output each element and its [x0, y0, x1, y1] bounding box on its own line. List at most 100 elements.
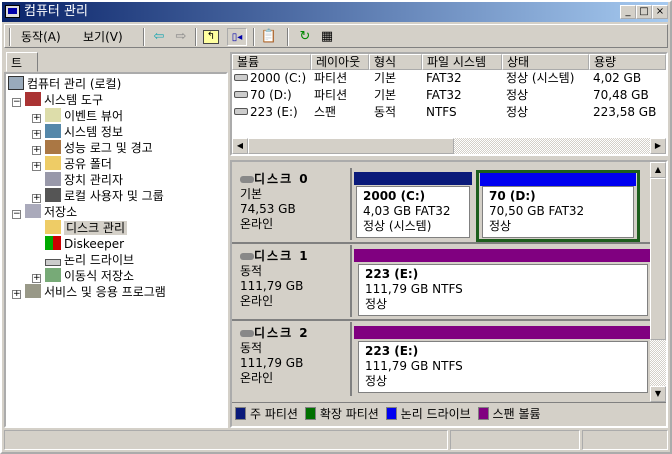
expand-icon[interactable]: + [12, 290, 21, 299]
tree-item-local-users[interactable]: + 로컬 사용자 및 그룹 [32, 188, 164, 204]
device-manager-icon [45, 172, 61, 186]
column-header-status[interactable]: 상태 [502, 54, 589, 70]
tree-item-device-manager[interactable]: 장치 관리자 [45, 172, 123, 188]
partition-name: 2000 (C:) [363, 189, 426, 203]
show-hide-tree-icon[interactable]: ▯◂ [227, 28, 247, 46]
expand-icon[interactable]: + [32, 194, 41, 203]
disk-icon [240, 176, 254, 183]
tree-item-system-info[interactable]: + 시스템 정보 [32, 124, 123, 140]
refresh-icon[interactable]: ↻ [295, 28, 315, 46]
close-button[interactable]: × [652, 5, 668, 19]
maximize-button[interactable]: □ [636, 5, 652, 19]
table-row[interactable]: 223 (E:) 스팬 동적 NTFS 정상 223,58 GB [232, 104, 662, 121]
expand-icon[interactable]: + [32, 274, 41, 283]
scroll-right-button[interactable]: ▶ [650, 138, 666, 154]
properties-icon[interactable]: 📋 [259, 28, 279, 46]
disk-icon [240, 253, 254, 260]
disk-icon [240, 330, 254, 337]
cell: 4,02 GB [593, 71, 642, 85]
divider [232, 242, 650, 244]
partition-color-bar [354, 249, 650, 262]
collapse-icon[interactable]: − [12, 98, 21, 107]
partition-e[interactable]: 223 (E:) 111,79 GB NTFS 정상 [358, 264, 648, 316]
cell: 223 (E:) [250, 105, 298, 119]
menu-view[interactable]: 보기(V) [83, 28, 123, 46]
partition-status: 정상 [365, 374, 388, 388]
partition-size: 111,79 GB NTFS [365, 282, 463, 296]
cell: 파티션 [314, 88, 348, 102]
disk-1-info[interactable]: 디스크 1 동적 111,79 GB 온라인 [234, 245, 352, 317]
separator [143, 28, 145, 46]
legend: 주 파티션 확장 파티션 논리 드라이브 스팬 볼륨 [232, 402, 666, 426]
expand-icon[interactable]: + [32, 130, 41, 139]
menu-action[interactable]: 동작(A) [21, 28, 61, 46]
computer-icon [5, 5, 20, 18]
column-header-volume[interactable]: 볼륨 [232, 54, 311, 70]
tree-label: 장치 관리자 [64, 173, 124, 187]
partition-e[interactable]: 223 (E:) 111,79 GB NTFS 정상 [358, 341, 648, 393]
cell: 223,58 GB [593, 105, 657, 119]
tree-label: 이벤트 뷰어 [64, 109, 124, 123]
tree-item-computer-management[interactable]: 컴퓨터 관리 (로컬) [8, 76, 121, 92]
column-header-filesystem[interactable]: 파일 시스템 [422, 54, 502, 70]
minimize-button[interactable]: _ [620, 5, 636, 19]
event-viewer-icon [45, 108, 61, 122]
cell: FAT32 [426, 71, 462, 85]
column-header-capacity[interactable]: 용량 [589, 54, 666, 70]
removable-storage-icon [45, 268, 61, 282]
up-icon[interactable]: ↰ [203, 30, 219, 44]
tree-item-performance-logs[interactable]: + 성능 로그 및 경고 [32, 140, 153, 156]
expand-icon[interactable]: + [32, 146, 41, 155]
partition-status: 정상 (시스템) [363, 219, 432, 233]
column-header-layout[interactable]: 레이아웃 [311, 54, 369, 70]
tree-item-removable-storage[interactable]: + 이동식 저장소 [32, 268, 134, 284]
vertical-scrollbar[interactable]: ▲ ▼ [650, 162, 666, 402]
legend-label: 주 파티션 [250, 407, 298, 421]
scroll-up-button[interactable]: ▲ [650, 162, 666, 178]
scroll-down-button[interactable]: ▼ [650, 386, 666, 402]
expand-icon[interactable]: + [32, 114, 41, 123]
disk-name: 디스크 2 [254, 326, 310, 340]
collapse-icon[interactable]: − [12, 210, 21, 219]
scroll-left-button[interactable]: ◀ [232, 138, 248, 154]
tree-item-services-apps[interactable]: + 서비스 및 응용 프로그램 [12, 284, 166, 300]
cell: 정상 [506, 105, 529, 119]
tree-item-diskeeper[interactable]: Diskeeper [45, 236, 124, 252]
cell: 정상 (시스템) [506, 71, 575, 85]
tree-item-event-viewer[interactable]: + 이벤트 뷰어 [32, 108, 123, 124]
tree-label: 공유 폴더 [64, 157, 112, 171]
column-header-type[interactable]: 형식 [369, 54, 422, 70]
tree-item-logical-drives[interactable]: 논리 드라이브 [45, 252, 134, 268]
drive-icon [234, 74, 248, 81]
horizontal-scrollbar[interactable]: ◀ ▶ [232, 138, 666, 154]
partition-color-bar [480, 173, 636, 186]
expand-icon[interactable]: + [32, 162, 41, 171]
cell: NTFS [426, 105, 457, 119]
table-row[interactable]: 2000 (C:) 파티션 기본 FAT32 정상 (시스템) 4,02 GB [232, 70, 662, 87]
tree-label: 디스크 관리 [64, 221, 128, 235]
status-bar-pane [582, 430, 668, 450]
tree-item-disk-management[interactable]: 디스크 관리 [45, 220, 128, 236]
cell: 스팬 [314, 105, 337, 119]
scrollbar-thumb[interactable] [248, 138, 454, 154]
status-bar-pane [450, 430, 580, 450]
table-row[interactable]: 70 (D:) 파티션 기본 FAT32 정상 70,48 GB [232, 87, 662, 104]
disk-0-info[interactable]: 디스크 0 기본 74,53 GB 온라인 [234, 168, 352, 240]
tree-item-shared-folders[interactable]: + 공유 폴더 [32, 156, 112, 172]
tree-item-system-tools[interactable]: − 시스템 도구 [12, 92, 103, 108]
partition-size: 4,03 GB FAT32 [363, 204, 451, 218]
export-icon[interactable]: ▦ [317, 28, 337, 46]
scrollbar-thumb[interactable] [650, 178, 666, 340]
tab-tree[interactable]: 트리 [6, 52, 38, 87]
users-icon [45, 188, 61, 202]
partition-d[interactable]: 70 (D:) 70,50 GB FAT32 정상 [482, 186, 634, 238]
tree-item-storage[interactable]: − 저장소 [12, 204, 77, 220]
disk-2-info[interactable]: 디스크 2 동적 111,79 GB 온라인 [234, 322, 352, 396]
title-bar[interactable]: 컴퓨터 관리 [2, 2, 668, 22]
partition-name: 223 (E:) [365, 344, 419, 358]
legend-label: 논리 드라이브 [400, 407, 471, 421]
back-icon[interactable]: ⇦ [149, 28, 169, 46]
forward-icon[interactable]: ⇨ [171, 28, 191, 46]
partition-c[interactable]: 2000 (C:) 4,03 GB FAT32 정상 (시스템) [356, 186, 470, 238]
storage-icon [25, 204, 41, 218]
